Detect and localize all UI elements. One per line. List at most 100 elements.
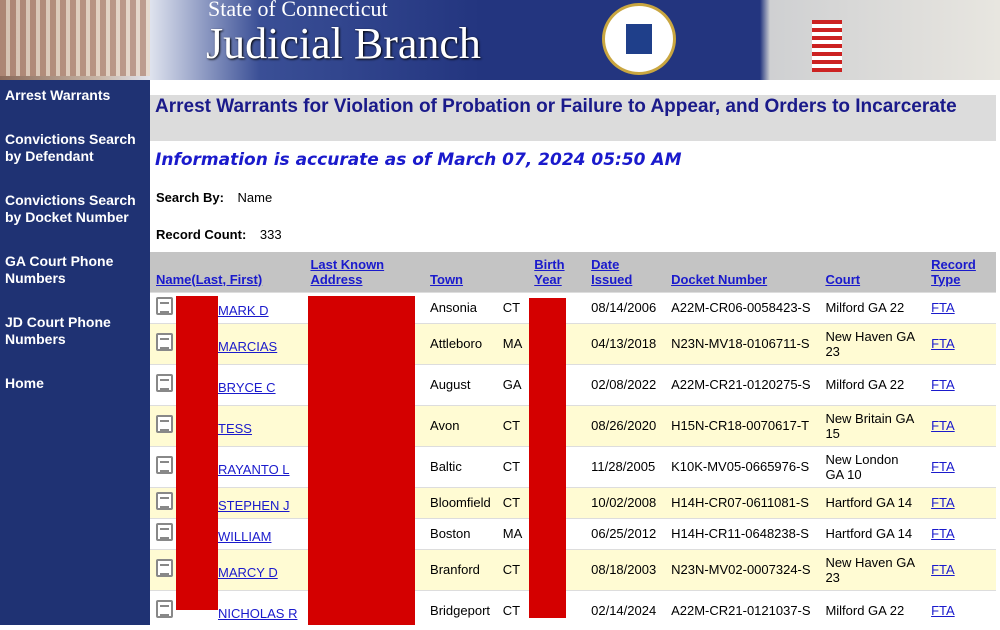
table-row: WILLIAM Boston MA 06/25/2012 H14H-CR11-0… xyxy=(150,517,996,549)
date-issued-cell: 10/02/2008 xyxy=(585,486,666,518)
record-type-link[interactable]: FTA xyxy=(931,459,955,474)
docket-cell: A22M-CR21-0121037-S xyxy=(665,589,820,630)
table-row: MARK D Ansonia CT 08/14/2006 A22M-CR06-0… xyxy=(150,291,996,323)
court-cell: Milford GA 22 xyxy=(819,589,926,630)
state-cell: CT xyxy=(496,291,529,323)
date-issued-cell: 04/13/2018 xyxy=(585,322,666,364)
name-link[interactable]: WILLIAM xyxy=(218,529,271,544)
state-header xyxy=(496,252,529,292)
name-link[interactable]: MARK D xyxy=(218,303,269,318)
record-type-link[interactable]: FTA xyxy=(931,336,955,351)
town-cell: Branford xyxy=(424,548,497,590)
table-row: MARCIAS Attleboro MA 04/13/2018 N23N-MV1… xyxy=(150,322,996,364)
state-cell: GA xyxy=(496,363,529,405)
docket-cell: A22M-CR06-0058423-S xyxy=(665,291,820,323)
state-cell: MA xyxy=(496,322,529,364)
sidebar-item-jd-court-phone[interactable]: JD Court Phone Numbers xyxy=(5,314,145,348)
name-link[interactable]: STEPHEN J xyxy=(218,498,290,513)
sidebar-item-home[interactable]: Home xyxy=(5,375,44,392)
sort-address[interactable]: Last Known Address xyxy=(310,257,384,287)
name-link[interactable]: NICHOLAS R xyxy=(218,606,297,621)
details-icon[interactable] xyxy=(156,297,173,315)
sort-date-issued[interactable]: Date Issued xyxy=(591,257,632,287)
record-count-label: Record Count: xyxy=(156,227,247,242)
town-cell: Attleboro xyxy=(424,322,497,364)
table-row: STEPHEN J Bloomfield CT 10/02/2008 H14H-… xyxy=(150,486,996,518)
judicial-seal-icon xyxy=(602,3,676,75)
town-cell: Ansonia xyxy=(424,291,497,323)
docket-cell: H14H-CR07-0611081-S xyxy=(665,486,820,518)
court-cell: New Haven GA 23 xyxy=(819,548,926,590)
sort-court[interactable]: Court xyxy=(825,272,860,287)
sidebar-item-arrest-warrants[interactable]: Arrest Warrants xyxy=(5,87,110,104)
details-icon[interactable] xyxy=(156,492,173,510)
table-row: MARCY D Branford CT 08/18/2003 N23N-MV02… xyxy=(150,548,996,590)
table-row: BRYCE C August GA 02/08/2022 A22M-CR21-0… xyxy=(150,363,996,405)
sort-docket[interactable]: Docket Number xyxy=(671,272,767,287)
sort-name[interactable]: Name(Last, First) xyxy=(156,272,262,287)
state-cell: CT xyxy=(496,445,529,487)
warrants-table: Name(Last, First) Last Known Address Tow… xyxy=(150,252,996,630)
main-content: Arrest Warrants for Violation of Probati… xyxy=(150,80,1000,630)
details-icon[interactable] xyxy=(156,415,173,433)
details-icon[interactable] xyxy=(156,333,173,351)
redaction-address xyxy=(308,296,415,625)
sort-birth-year[interactable]: Birth Year xyxy=(534,257,564,287)
date-issued-cell: 06/25/2012 xyxy=(585,517,666,549)
town-cell: Bridgeport xyxy=(424,589,497,630)
state-cell: CT xyxy=(496,486,529,518)
table-header: Name(Last, First) Last Known Address Tow… xyxy=(150,252,996,292)
banner-branch: Judicial Branch xyxy=(206,19,481,68)
state-cell: CT xyxy=(496,589,529,630)
town-cell: August xyxy=(424,363,497,405)
date-issued-cell: 08/26/2020 xyxy=(585,404,666,446)
court-cell: Hartford GA 14 xyxy=(819,486,926,518)
sort-record-type[interactable]: Record Type xyxy=(931,257,976,287)
record-type-link[interactable]: FTA xyxy=(931,300,955,315)
date-issued-cell: 08/14/2006 xyxy=(585,291,666,323)
record-type-link[interactable]: FTA xyxy=(931,562,955,577)
docket-cell: H14H-CR11-0648238-S xyxy=(665,517,820,549)
sidebar-item-convictions-defendant[interactable]: Convictions Search by Defendant xyxy=(5,131,150,165)
record-type-link[interactable]: FTA xyxy=(931,377,955,392)
town-cell: Avon xyxy=(424,404,497,446)
name-link[interactable]: BRYCE C xyxy=(218,380,276,395)
redaction-name xyxy=(176,296,218,610)
record-type-link[interactable]: FTA xyxy=(931,603,955,618)
date-issued-cell: 02/14/2024 xyxy=(585,589,666,630)
details-icon[interactable] xyxy=(156,374,173,392)
name-link[interactable]: TESS xyxy=(218,421,252,436)
sidebar-item-ga-court-phone[interactable]: GA Court Phone Numbers xyxy=(5,253,145,287)
details-icon[interactable] xyxy=(156,559,173,577)
date-issued-cell: 11/28/2005 xyxy=(585,445,666,487)
details-icon[interactable] xyxy=(156,523,173,541)
record-type-link[interactable]: FTA xyxy=(931,526,955,541)
name-link[interactable]: RAYANTO L xyxy=(218,462,290,477)
table-row: RAYANTO L Baltic CT 11/28/2005 K10K-MV05… xyxy=(150,445,996,487)
flag-image xyxy=(812,20,842,72)
court-cell: New Haven GA 23 xyxy=(819,322,926,364)
state-cell: MA xyxy=(496,517,529,549)
record-type-link[interactable]: FTA xyxy=(931,495,955,510)
court-cell: Milford GA 22 xyxy=(819,363,926,405)
name-link[interactable]: MARCIAS xyxy=(218,339,277,354)
record-count-value: 333 xyxy=(259,227,282,242)
search-by-value: Name xyxy=(237,190,273,205)
sort-town[interactable]: Town xyxy=(430,272,463,287)
sidebar-item-convictions-docket[interactable]: Convictions Search by Docket Number xyxy=(5,192,150,226)
state-cell: CT xyxy=(496,548,529,590)
docket-cell: N23N-MV18-0106711-S xyxy=(665,322,820,364)
details-icon[interactable] xyxy=(156,456,173,474)
docket-cell: N23N-MV02-0007324-S xyxy=(665,548,820,590)
court-cell: Milford GA 22 xyxy=(819,291,926,323)
name-link[interactable]: MARCY D xyxy=(218,565,278,580)
court-cell: New Britain GA 15 xyxy=(819,404,926,446)
search-by-label: Search By: xyxy=(156,190,224,205)
site-banner: State of Connecticut Judicial Branch xyxy=(0,0,1000,80)
town-cell: Boston xyxy=(424,517,497,549)
date-issued-cell: 08/18/2003 xyxy=(585,548,666,590)
record-type-link[interactable]: FTA xyxy=(931,418,955,433)
accuracy-note: Information is accurate as of March 07, … xyxy=(155,150,682,170)
town-cell: Bloomfield xyxy=(424,486,497,518)
details-icon[interactable] xyxy=(156,599,173,618)
